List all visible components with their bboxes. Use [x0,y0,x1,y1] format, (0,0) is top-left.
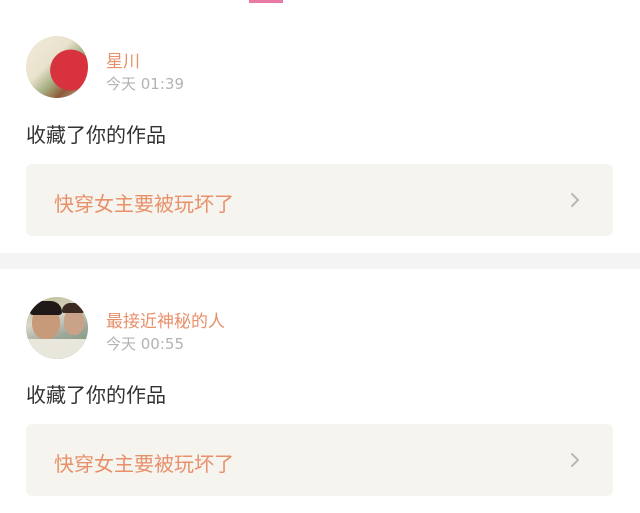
work-link[interactable]: 快穿女主要被玩坏了 [26,164,613,236]
work-title: 快穿女主要被玩坏了 [54,192,234,216]
section-divider [0,253,640,269]
action-text: 收藏了你的作品 [26,383,166,407]
user-avatar[interactable] [26,36,88,98]
action-text: 收藏了你的作品 [26,123,166,147]
username[interactable]: 最接近神秘的人 [106,307,225,332]
chevron-right-icon [571,453,579,467]
timestamp: 今天 01:39 [106,75,184,93]
work-title: 快穿女主要被玩坏了 [54,452,234,476]
user-avatar[interactable] [26,297,88,359]
timestamp: 今天 00:55 [106,335,184,353]
username[interactable]: 星川 [106,47,140,72]
tab-indicator [249,0,283,3]
chevron-right-icon [571,193,579,207]
work-link[interactable]: 快穿女主要被玩坏了 [26,424,613,496]
